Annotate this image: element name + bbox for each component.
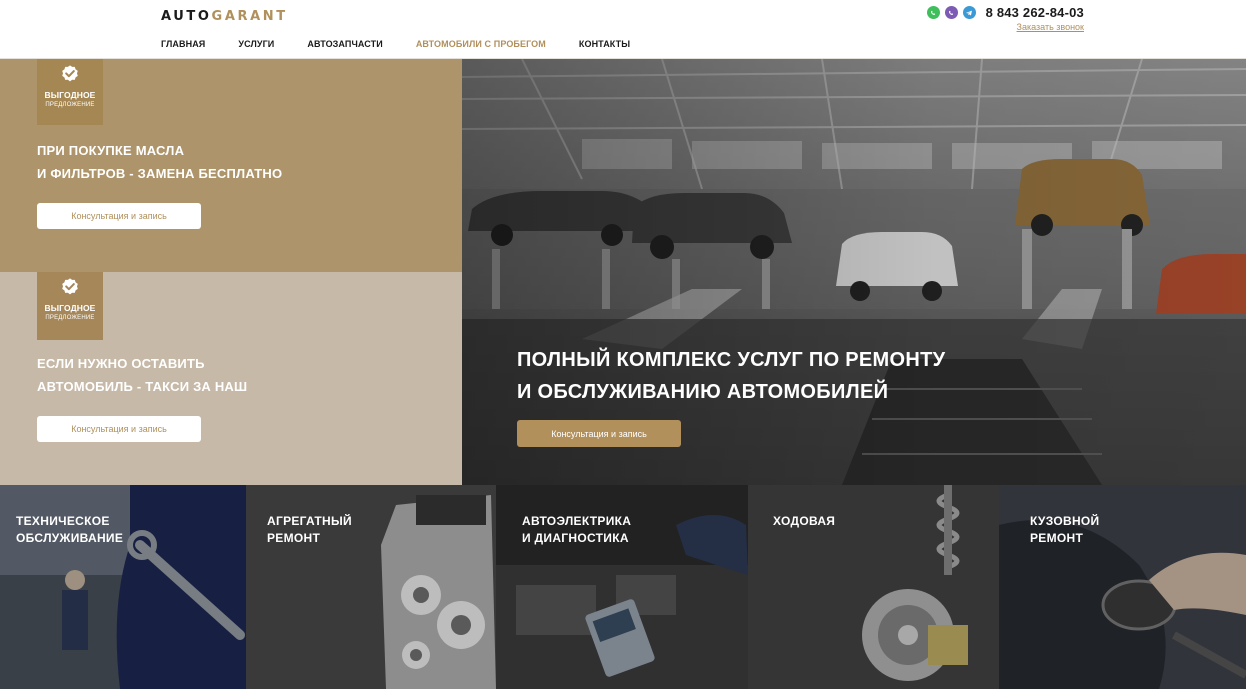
badge-main-text: ВЫГОДНОЕ	[44, 303, 96, 313]
service-title: АГРЕГАТНЫЙ РЕМОНТ	[267, 513, 352, 547]
service-tile-maintenance[interactable]: ТЕХНИЧЕСКОЕ ОБСЛУЖИВАНИЕ	[0, 485, 246, 689]
hero-title: ПОЛНЫЙ КОМПЛЕКС УСЛУГ ПО РЕМОНТУ И ОБСЛУ…	[517, 344, 945, 408]
consultation-button-hero[interactable]: Консультация и запись	[517, 420, 681, 447]
consultation-button-offer2[interactable]: Консультация и запись	[37, 416, 201, 442]
badge-sub-text: ПРЕДЛОЖЕНИЕ	[45, 315, 95, 321]
nav-home[interactable]: ГЛАВНАЯ	[161, 39, 205, 49]
offer-panel-oil: ВЫГОДНОЕ ПРЕДЛОЖЕНИЕ ПРИ ПОКУПКЕ МАСЛА И…	[0, 59, 462, 272]
service-title: КУЗОВНОЙ РЕМОНТ	[1030, 513, 1099, 547]
services-row: ТЕХНИЧЕСКОЕ ОБСЛУЖИВАНИЕ АГРЕГАТНЫЙ РЕМО…	[0, 485, 1246, 689]
nav-services[interactable]: УСЛУГИ	[238, 39, 274, 49]
service-title-line1: ТЕХНИЧЕСКОЕ	[16, 514, 110, 528]
contacts-block: 8 843 262-84-03	[926, 5, 1084, 20]
service-tile-body-repair[interactable]: КУЗОВНОЙ РЕМОНТ	[999, 485, 1246, 689]
phone-number[interactable]: 8 843 262-84-03	[986, 5, 1084, 20]
hero-title-line1: ПОЛНЫЙ КОМПЛЕКС УСЛУГ ПО РЕМОНТУ	[517, 349, 946, 371]
badge-sub-text: ПРЕДЛОЖЕНИЕ	[45, 102, 95, 108]
offer-title: ПРИ ПОКУПКЕ МАСЛА И ФИЛЬТРОВ - ЗАМЕНА БЕ…	[37, 139, 282, 185]
nav-parts[interactable]: АВТОЗАПЧАСТИ	[307, 39, 382, 49]
check-badge-icon	[62, 278, 78, 295]
offer-panel-taxi: ВЫГОДНОЕ ПРЕДЛОЖЕНИЕ ЕСЛИ НУЖНО ОСТАВИТЬ…	[0, 272, 462, 485]
offer-badge: ВЫГОДНОЕ ПРЕДЛОЖЕНИЕ	[37, 272, 103, 340]
service-title-line1: АГРЕГАТНЫЙ	[267, 514, 352, 528]
service-title-line2: РЕМОНТ	[1030, 531, 1084, 545]
logo-garant: GARANT	[211, 9, 288, 24]
service-title: ХОДОВАЯ	[773, 513, 835, 530]
offer-badge: ВЫГОДНОЕ ПРЕДЛОЖЕНИЕ	[37, 59, 103, 125]
nav-used-cars[interactable]: АВТОМОБИЛИ С ПРОБЕГОМ	[416, 39, 546, 49]
service-title-line2: РЕМОНТ	[267, 531, 321, 545]
logo-auto: AUTO	[161, 9, 212, 24]
offer-title: ЕСЛИ НУЖНО ОСТАВИТЬ АВТОМОБИЛЬ - ТАКСИ З…	[37, 352, 247, 398]
service-title: АВТОЭЛЕКТРИКА И ДИАГНОСТИКА	[522, 513, 631, 547]
whatsapp-icon[interactable]	[926, 6, 940, 19]
service-title: ТЕХНИЧЕСКОЕ ОБСЛУЖИВАНИЕ	[16, 513, 123, 547]
consultation-button-offer1[interactable]: Консультация и запись	[37, 203, 201, 229]
hero-title-line2: И ОБСЛУЖИВАНИЮ АВТОМОБИЛЕЙ	[517, 381, 889, 403]
main-nav: ГЛАВНАЯ УСЛУГИ АВТОЗАПЧАСТИ АВТОМОБИЛИ С…	[161, 39, 663, 49]
service-title-line1: КУЗОВНОЙ	[1030, 514, 1100, 528]
offer-title-line2: АВТОМОБИЛЬ - ТАКСИ ЗА НАШ	[37, 379, 248, 394]
offer-title-line1: ПРИ ПОКУПКЕ МАСЛА	[37, 143, 185, 158]
nav-contacts[interactable]: КОНТАКТЫ	[579, 39, 630, 49]
service-title-line2: И ДИАГНОСТИКА	[522, 531, 629, 545]
telegram-icon[interactable]	[962, 6, 976, 19]
hero-banner: ПОЛНЫЙ КОМПЛЕКС УСЛУГ ПО РЕМОНТУ И ОБСЛУ…	[462, 59, 1246, 485]
service-title-line2: ОБСЛУЖИВАНИЕ	[16, 531, 124, 545]
service-tile-electrics[interactable]: АВТОЭЛЕКТРИКА И ДИАГНОСТИКА	[496, 485, 748, 689]
service-tile-unit-repair[interactable]: АГРЕГАТНЫЙ РЕМОНТ	[246, 485, 496, 689]
service-title-line1: АВТОЭЛЕКТРИКА	[522, 514, 632, 528]
badge-main-text: ВЫГОДНОЕ	[44, 90, 96, 100]
offer-title-line2: И ФИЛЬТРОВ - ЗАМЕНА БЕСПЛАТНО	[37, 166, 283, 181]
viber-icon[interactable]	[944, 6, 958, 19]
logo[interactable]: AUTOGARANT	[161, 9, 288, 24]
site-header: AUTOGARANT ГЛАВНАЯ УСЛУГИ АВТОЗАПЧАСТИ А…	[0, 0, 1246, 59]
offer-title-line1: ЕСЛИ НУЖНО ОСТАВИТЬ	[37, 356, 205, 371]
check-badge-icon	[62, 65, 78, 82]
service-title-line1: ХОДОВАЯ	[773, 514, 836, 528]
callback-link[interactable]: Заказать звонок	[1017, 22, 1084, 32]
service-tile-chassis[interactable]: ХОДОВАЯ	[748, 485, 999, 689]
